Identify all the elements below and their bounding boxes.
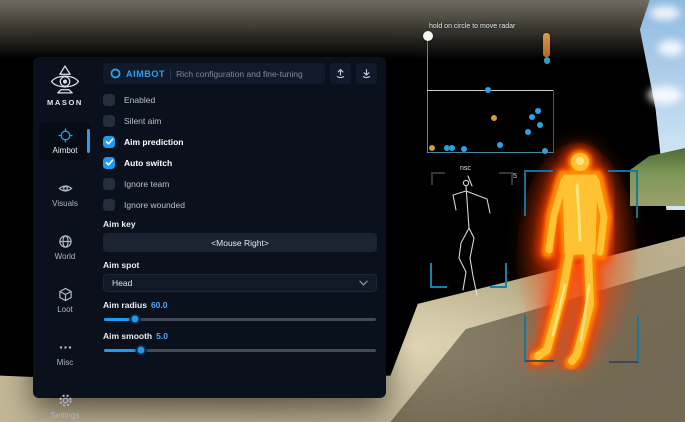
checkbox-label: Auto switch bbox=[124, 158, 172, 168]
globe-icon bbox=[58, 234, 73, 249]
aim-spot-select[interactable]: Head bbox=[103, 274, 377, 292]
checkbox-aim-prediction[interactable]: Aim prediction bbox=[103, 135, 377, 148]
panel-title-bar: AIMBOT Rich configuration and fine-tunin… bbox=[103, 63, 325, 84]
checkbox[interactable] bbox=[103, 178, 115, 190]
aim-key-label: Aim key bbox=[103, 219, 377, 229]
radar-move-handle[interactable] bbox=[423, 31, 433, 41]
sidebar-item-misc[interactable]: Misc bbox=[39, 334, 91, 372]
offscreen-player-bar bbox=[543, 33, 550, 57]
aim-smooth-label: Aim smooth bbox=[103, 331, 152, 341]
sidebar: MASON Aimbot bbox=[33, 57, 97, 398]
aim-radius-value: 60.0 bbox=[151, 300, 168, 310]
import-config-button[interactable] bbox=[330, 63, 351, 84]
checkbox-label: Ignore team bbox=[124, 179, 169, 189]
player-box-corner bbox=[524, 315, 554, 362]
checkbox-list: Enabled Silent aim Aim prediction Auto s… bbox=[103, 93, 377, 219]
radar-dot bbox=[497, 142, 503, 148]
sidebar-item-label: Settings bbox=[51, 411, 80, 420]
sidebar-item-label: World bbox=[55, 252, 76, 261]
panel-subtitle: Rich configuration and fine-tuning bbox=[176, 69, 303, 79]
aim-smooth-value: 5.0 bbox=[156, 331, 168, 341]
aim-spot-label: Aim spot bbox=[103, 260, 377, 270]
sidebar-item-label: Misc bbox=[57, 358, 73, 367]
chevron-down-icon bbox=[359, 280, 368, 286]
aim-radius-label-row: Aim radius 60.0 bbox=[103, 300, 377, 310]
player-box-corner bbox=[608, 170, 638, 218]
gear-icon bbox=[58, 393, 73, 408]
offscreen-player-bar-cap bbox=[544, 57, 550, 64]
checkbox-label: Aim prediction bbox=[124, 137, 184, 147]
radar-border-left bbox=[427, 41, 428, 153]
sidebar-item-world[interactable]: World bbox=[39, 228, 91, 266]
checkbox[interactable] bbox=[103, 157, 115, 169]
upload-icon bbox=[335, 68, 346, 79]
eye-icon bbox=[58, 181, 73, 196]
brand-name: MASON bbox=[47, 98, 83, 107]
active-indicator bbox=[87, 129, 90, 153]
radar-dot bbox=[535, 108, 541, 114]
aimbot-panel: AIMBOT Rich configuration and fine-tunin… bbox=[97, 57, 386, 398]
checkbox[interactable] bbox=[103, 115, 115, 127]
aim-smooth-label-row: Aim smooth 5.0 bbox=[103, 331, 377, 341]
sidebar-item-settings[interactable]: Settings bbox=[39, 387, 91, 422]
player-box-corner bbox=[609, 315, 639, 363]
checkbox-auto-switch[interactable]: Auto switch bbox=[103, 156, 377, 169]
aim-radius-label: Aim radius bbox=[103, 300, 147, 310]
crosshair-icon bbox=[58, 128, 73, 143]
checkbox-ignore-wounded[interactable]: Ignore wounded bbox=[103, 198, 377, 211]
checkbox[interactable] bbox=[103, 199, 115, 211]
checkbox-ignore-team[interactable]: Ignore team bbox=[103, 177, 377, 190]
panel-title: AIMBOT bbox=[126, 69, 165, 79]
target-ring-icon bbox=[110, 68, 121, 79]
aim-spot-value: Head bbox=[112, 278, 359, 288]
masonic-eye-icon bbox=[47, 65, 83, 96]
aim-smooth-slider[interactable] bbox=[103, 344, 377, 356]
aim-radius-slider[interactable] bbox=[103, 313, 377, 325]
cheat-menu-window: MASON Aimbot bbox=[33, 57, 386, 398]
title-divider bbox=[170, 69, 171, 79]
game-screen: hold on circle to move radar nsc 5 bbox=[0, 0, 685, 422]
slider-thumb[interactable] bbox=[136, 345, 147, 356]
download-icon bbox=[361, 68, 372, 79]
checkbox-label: Silent aim bbox=[124, 116, 161, 126]
check-icon bbox=[105, 158, 114, 167]
radar-dot bbox=[485, 87, 491, 93]
radar-dot bbox=[491, 115, 497, 121]
checkbox-label: Enabled bbox=[124, 95, 155, 105]
radar-dot bbox=[429, 145, 435, 151]
checkbox-enabled[interactable]: Enabled bbox=[103, 93, 377, 106]
radar-dot bbox=[529, 114, 535, 120]
radar-dot bbox=[537, 122, 543, 128]
sidebar-item-loot[interactable]: Loot bbox=[39, 281, 91, 319]
slider-thumb[interactable] bbox=[129, 314, 140, 325]
export-config-button[interactable] bbox=[356, 63, 377, 84]
aim-key-button[interactable]: <Mouse Right> bbox=[103, 233, 377, 252]
radar-dot bbox=[449, 145, 455, 151]
sidebar-item-aimbot[interactable]: Aimbot bbox=[39, 122, 91, 160]
sidebar-item-label: Aimbot bbox=[53, 146, 78, 155]
player-box-corner bbox=[524, 170, 553, 216]
radar-dot bbox=[461, 146, 467, 152]
checkbox-label: Ignore wounded bbox=[124, 200, 185, 210]
checkbox[interactable] bbox=[103, 136, 115, 148]
checkbox-silent-aim[interactable]: Silent aim bbox=[103, 114, 377, 127]
radar-hint-text: hold on circle to move radar bbox=[429, 23, 515, 30]
sidebar-item-label: Visuals bbox=[52, 199, 78, 208]
cube-icon bbox=[58, 287, 73, 302]
brand-logo: MASON bbox=[47, 65, 83, 107]
dots-icon bbox=[58, 340, 73, 355]
sidebar-item-visuals[interactable]: Visuals bbox=[39, 175, 91, 213]
checkbox[interactable] bbox=[103, 94, 115, 106]
sidebar-item-label: Loot bbox=[57, 305, 73, 314]
slider-track[interactable] bbox=[104, 318, 376, 321]
panel-header: AIMBOT Rich configuration and fine-tunin… bbox=[103, 63, 377, 84]
check-icon bbox=[105, 137, 114, 146]
